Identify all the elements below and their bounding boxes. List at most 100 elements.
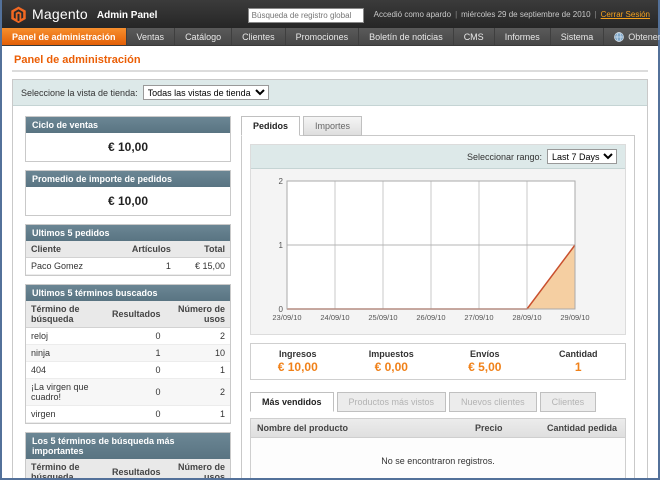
table-cell: Paco Gomez [26,258,110,275]
main-nav-list: Panel de administraciónVentasCatálogoCli… [2,28,604,45]
table-row[interactable]: virgen01 [26,406,230,423]
diagram-tab-importes[interactable]: Importes [303,116,362,136]
table-row[interactable]: ninja110 [26,345,230,362]
table-row[interactable]: reloj02 [26,328,230,345]
last-orders-title: Ultimos 5 pedidos [26,225,230,241]
last-search-terms-panel: Ultimos 5 términos buscados Término de b… [25,284,231,424]
table-cell: 0 [107,362,166,379]
table-cell: ¡La virgen que cuadro! [26,379,107,406]
svg-text:28/09/10: 28/09/10 [512,313,541,322]
svg-text:1: 1 [279,241,284,250]
table-cell: 2 [166,379,230,406]
total-label: Impuestos [345,349,439,359]
column-header-resultados: Resultados [107,459,166,478]
total-cantidad: Cantidad1 [532,349,626,374]
nav-item-catalogo[interactable]: Catálogo [175,28,232,45]
average-orders-panel: Promedio de importe de pedidos € 10,00 [25,170,231,216]
table-row[interactable]: Paco Gomez1€ 15,00 [26,258,230,275]
svg-text:2: 2 [279,177,284,186]
session-info: Accedió como apardo | miércoles 29 de se… [374,10,650,19]
table-row[interactable]: ¡La virgen que cuadro!02 [26,379,230,406]
orders-chart: 01223/09/1024/09/1025/09/1026/09/1027/09… [251,169,625,334]
nav-item-promociones[interactable]: Promociones [286,28,360,45]
page-body: Panel de administración Seleccione la vi… [2,46,658,478]
magento-logo-icon [10,6,27,23]
table-row[interactable]: 40401 [26,362,230,379]
title-divider [12,70,648,72]
nav-item-cms[interactable]: CMS [454,28,495,45]
dashboard-card: Seleccione la vista de tienda: Todas las… [12,79,648,478]
nav-item-clientes[interactable]: Clientes [232,28,286,45]
diagram-tab-pedidos[interactable]: Pedidos [241,116,300,136]
grid-col-price: Precio [469,419,541,437]
lifetime-sales-panel: Ciclo de ventas € 10,00 [25,116,231,162]
lifetime-sales-title: Ciclo de ventas [26,117,230,133]
table-cell: virgen [26,406,107,423]
last-search-terms-title: Ultimos 5 términos buscados [26,285,230,301]
nav-item-ventas[interactable]: Ventas [127,28,176,45]
bottom-tabs: Más vendidosProductos más vistosNuevos c… [250,392,626,412]
total-impuestos: Impuestos€ 0,00 [345,349,439,374]
brand-suffix: Admin Panel [97,10,158,21]
brand: Magento Admin Panel [10,6,157,23]
store-view-select[interactable]: Todas las vistas de tienda [143,85,269,100]
grid-tab-productos-mas-vistos[interactable]: Productos más vistos [337,392,447,412]
total-value: 1 [532,360,626,374]
table-cell: reloj [26,328,107,345]
table-cell: ninja [26,345,107,362]
page-title: Panel de administración [12,52,648,70]
lifetime-sales-value: € 10,00 [26,133,230,161]
left-column: Ciclo de ventas € 10,00 Promedio de impo… [25,116,231,478]
bestsellers-grid: Nombre del producto Precio Cantidad pedi… [250,418,626,478]
last-search-terms-table: Término de búsquedaResultadosNúmero de u… [26,301,230,423]
separator: | [595,10,597,19]
global-search-input[interactable] [248,8,364,23]
top-search-terms-table: Término de búsquedaResultadosNúmero de u… [26,459,230,478]
help-link[interactable]: Obtener ayuda para esta página [604,28,660,45]
current-date: miércoles 29 de septiembre de 2010 [461,10,590,19]
table-cell: 0 [107,406,166,423]
grid-tab-clientes[interactable]: Clientes [540,392,597,412]
main-nav: Panel de administraciónVentasCatálogoCli… [2,28,658,46]
top-search-terms-panel: Los 5 términos de búsqueda más important… [25,432,231,478]
nav-item-informes[interactable]: Informes [495,28,551,45]
separator: | [455,10,457,19]
table-cell: 0 [107,328,166,345]
range-select[interactable]: Last 7 Days [547,149,617,164]
average-orders-value: € 10,00 [26,187,230,215]
nav-item-sistema[interactable]: Sistema [551,28,605,45]
grid-empty-message: No se encontraron registros. [251,438,625,478]
store-view-label: Seleccione la vista de tienda: [21,88,138,98]
total-value: € 10,00 [251,360,345,374]
grid-col-qty: Cantidad pedida [541,419,625,437]
svg-text:23/09/10: 23/09/10 [272,313,301,322]
diagram-card: Seleccionar rango: Last 7 Days 01223/09/… [241,135,635,478]
totals-bar: Ingresos€ 10,00Impuestos€ 0,00Envíos€ 5,… [250,343,626,380]
chart-box: Seleccionar rango: Last 7 Days 01223/09/… [250,144,626,335]
grid-tab-mas-vendidos[interactable]: Más vendidos [250,392,334,412]
svg-text:27/09/10: 27/09/10 [464,313,493,322]
logout-link[interactable]: Cerrar Sesión [601,10,650,19]
orders-amounts-tabs: PedidosImportes [241,116,635,136]
grid-col-product-name: Nombre del producto [251,419,469,437]
total-ingresos: Ingresos€ 10,00 [251,349,345,374]
grid-tab-nuevos-clientes[interactable]: Nuevos clientes [449,392,537,412]
nav-item-boletin-de-noticias[interactable]: Boletín de noticias [359,28,454,45]
table-cell: 1 [166,362,230,379]
column-header-numero-de-usos: Número de usos [166,301,230,328]
last-orders-table: ClienteArtículosTotalPaco Gomez1€ 15,00 [26,241,230,275]
store-view-bar: Seleccione la vista de tienda: Todas las… [13,80,647,106]
table-cell: € 15,00 [176,258,230,275]
table-cell: 0 [107,379,166,406]
svg-text:26/09/10: 26/09/10 [416,313,445,322]
logged-in-as: Accedió como apardo [374,10,451,19]
nav-item-panel-de-administracion[interactable]: Panel de administración [2,28,127,45]
help-label: Obtener ayuda para esta página [628,32,660,42]
column-header-termino-de-busqueda: Término de búsqueda [26,459,107,478]
svg-text:29/09/10: 29/09/10 [560,313,589,322]
column-header-resultados: Resultados [107,301,166,328]
table-cell: 1 [166,406,230,423]
column-header-articulos: Artículos [110,241,176,258]
table-cell: 1 [110,258,176,275]
table-cell: 10 [166,345,230,362]
